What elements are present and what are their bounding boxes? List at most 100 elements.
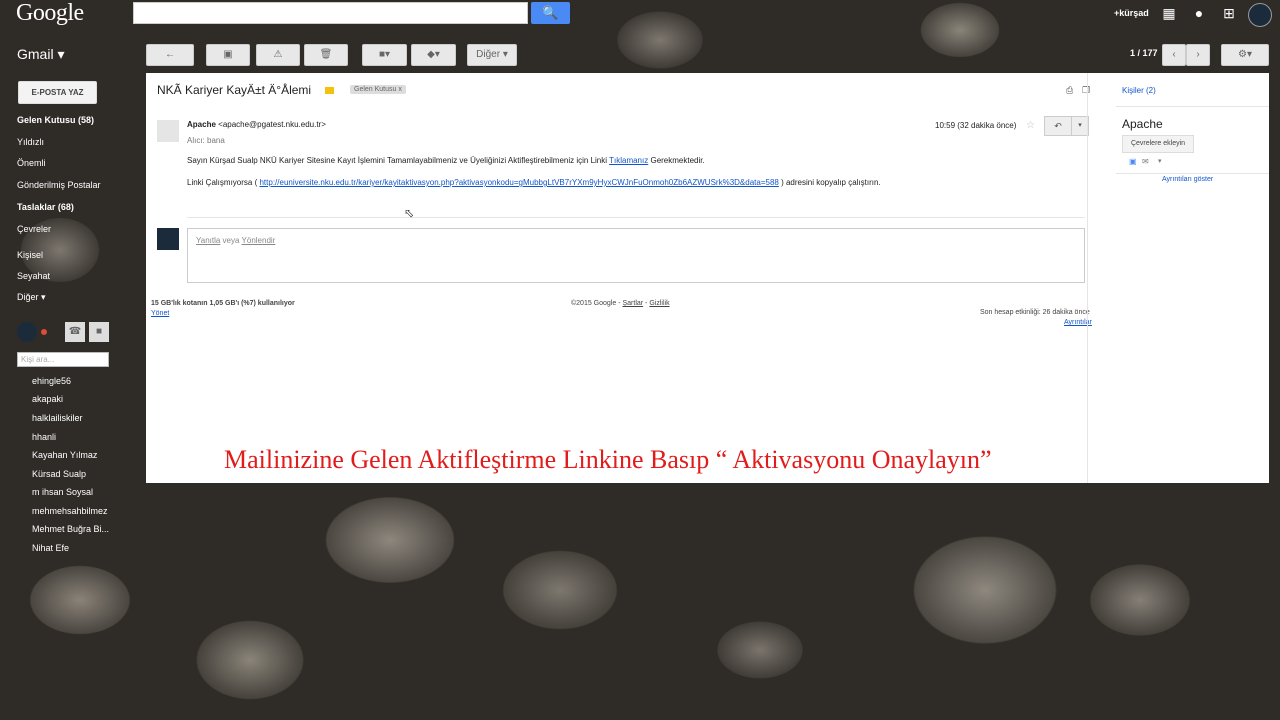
privacy-link[interactable]: Gizlilik: [649, 300, 669, 307]
sidebar-item-drafts[interactable]: Taslaklar (68): [17, 202, 74, 212]
notifications-icon[interactable]: ●: [1190, 4, 1208, 22]
apps-icon[interactable]: ▦: [1160, 4, 1178, 22]
compose-button[interactable]: E-POSTA YAZ: [18, 81, 97, 104]
reply-button[interactable]: ↶: [1044, 116, 1072, 136]
prev-button[interactable]: ‹: [1162, 44, 1186, 66]
chat-contact[interactable]: hhanli: [32, 432, 56, 442]
top-bar: Google 🔍 +kürşad ▦ ● ⊞: [0, 0, 1280, 30]
chevron-left-icon: ‹: [1172, 49, 1176, 60]
chat-contact[interactable]: Nihat Efe: [32, 543, 69, 553]
label-chip: Gelen Kutusu x: [350, 85, 406, 94]
sender-name: Apache: [187, 120, 216, 129]
reply-box[interactable]: Yanıtla veya Yönlendir: [187, 228, 1085, 283]
divider: [1116, 106, 1269, 107]
chat-contact[interactable]: m ihsan Soysal: [32, 487, 93, 497]
people-header[interactable]: Kişiler (2): [1122, 86, 1156, 95]
body-text: ) adresini kopyalıp çalıştırın.: [781, 178, 881, 187]
message-pane: NKÃ Kariyer KayÄ±t Ä°Ålemi Gelen Kutusu …: [146, 73, 1269, 483]
body-text: Gerekmektedir.: [650, 156, 705, 165]
activation-url-link[interactable]: http://euniversite.nku.edu.tr/kariyer/ka…: [259, 178, 778, 187]
sidebar-item-inbox[interactable]: Gelen Kutusu (58): [17, 115, 94, 125]
labels-button[interactable]: ◆▾: [411, 44, 456, 66]
divider: [1087, 73, 1088, 483]
back-button[interactable]: ←: [146, 44, 194, 66]
folder-icon: ■▾: [378, 49, 391, 60]
chat-contact[interactable]: ehingle56: [32, 376, 71, 386]
chevron-down-icon: ▾: [1078, 122, 1082, 129]
message-body-line: Linki Çalışmıyorsa ( http://euniversite.…: [187, 178, 881, 187]
settings-button[interactable]: ⚙▾: [1221, 44, 1269, 66]
chat-avatar[interactable]: [17, 322, 37, 342]
recipient[interactable]: Alıcı: bana: [187, 136, 225, 145]
forward-link[interactable]: Yönlendir: [242, 236, 276, 245]
reply-or-text: veya: [222, 236, 240, 245]
trash-icon: 🗑: [319, 49, 333, 60]
gear-icon: ⚙▾: [1238, 49, 1252, 60]
reply-icon: ↶: [1054, 121, 1062, 131]
message-subject: NKÃ Kariyer KayÄ±t Ä°Ålemi: [157, 83, 312, 97]
gmail-menu[interactable]: Gmail ▾: [17, 46, 64, 63]
pagination-count: 1 / 177: [1130, 48, 1158, 58]
important-marker-icon[interactable]: [325, 87, 334, 94]
sender-avatar: [157, 120, 179, 142]
sidebar-item-circles[interactable]: Çevreler: [17, 224, 51, 234]
label-chip-text: Gelen Kutusu: [354, 86, 397, 93]
sidebar-item-important[interactable]: Önemli: [17, 158, 46, 168]
star-icon[interactable]: ☆: [1026, 120, 1035, 131]
move-to-button[interactable]: ■▾: [362, 44, 407, 66]
google-logo[interactable]: Google: [16, 0, 84, 27]
email-icon[interactable]: ✉: [1142, 157, 1149, 166]
reply-link[interactable]: Yanıtla: [196, 236, 220, 245]
chevron-down-icon[interactable]: ▾: [1158, 157, 1162, 165]
chat-search-input[interactable]: Kişi ara...: [17, 352, 109, 367]
chat-contact[interactable]: halklailiskiler: [32, 413, 83, 423]
last-activity: Son hesap etkinliği: 26 dakika önce: [980, 309, 1090, 316]
spam-icon: ⚠: [273, 49, 283, 60]
manage-link[interactable]: Yönet: [151, 310, 169, 317]
delete-button[interactable]: 🗑: [304, 44, 348, 66]
body-text: Linki Çalışmıyorsa (: [187, 178, 258, 187]
show-details-link[interactable]: Ayrıntıları göster: [1162, 176, 1213, 183]
activation-link[interactable]: Tıklamanız: [609, 156, 648, 165]
chat-contact[interactable]: Kayahan Yılmaz: [32, 450, 97, 460]
next-button[interactable]: ›: [1186, 44, 1210, 66]
user-profile-link[interactable]: +kürşad: [1114, 8, 1149, 18]
chat-bubble-icon[interactable]: ▣: [1129, 157, 1137, 166]
search-button[interactable]: 🔍: [531, 2, 570, 24]
overlay-caption: Mailinizine Gelen Aktifleştirme Linkine …: [224, 445, 992, 474]
sidebar-item-starred[interactable]: Yıldızlı: [17, 137, 44, 147]
print-icon[interactable]: ⎙: [1066, 85, 1073, 96]
mouse-cursor-icon: ⬁: [404, 206, 415, 220]
archive-icon: ▣: [223, 49, 233, 60]
status-dot-icon[interactable]: [41, 329, 47, 335]
sidebar-item-travel[interactable]: Seyahat: [17, 271, 50, 281]
person-name: Apache: [1122, 117, 1163, 131]
sidebar-item-sent[interactable]: Gönderilmiş Postalar: [17, 180, 101, 190]
footer-links: ©2015 Google - Şartlar - Gizlilik: [571, 300, 670, 307]
video-icon[interactable]: ■: [89, 322, 109, 342]
divider: [187, 217, 1085, 218]
sender-email: <apache@pgatest.nku.edu.tr>: [218, 120, 326, 129]
divider: [1116, 173, 1269, 174]
copyright: ©2015 Google -: [571, 300, 621, 307]
sender: Apache <apache@pgatest.nku.edu.tr>: [187, 120, 326, 129]
terms-link[interactable]: Şartlar: [622, 300, 643, 307]
chat-contact[interactable]: akapaki: [32, 394, 63, 404]
message-body-line: Sayın Kürşad Sualp NKÜ Kariyer Sitesine …: [187, 156, 705, 165]
chat-contact[interactable]: mehmehsahbilmez: [32, 506, 108, 516]
archive-button[interactable]: ▣: [206, 44, 250, 66]
back-arrow-icon: ←: [165, 49, 175, 60]
chat-contact[interactable]: Mehmet Buğra Bi...: [32, 524, 109, 534]
share-icon[interactable]: ⊞: [1220, 4, 1238, 22]
more-button[interactable]: Diğer ▾: [467, 44, 517, 66]
search-input[interactable]: [133, 2, 528, 24]
label-remove-button[interactable]: x: [398, 86, 402, 93]
sidebar-item-personal[interactable]: Kişisel: [17, 250, 43, 260]
phone-icon[interactable]: ☎: [65, 322, 85, 342]
add-to-circles-button[interactable]: Çevrelere ekleyin: [1122, 135, 1194, 153]
account-avatar[interactable]: [1248, 3, 1272, 27]
sidebar-item-more[interactable]: Diğer ▾: [17, 292, 46, 303]
chevron-right-icon: ›: [1196, 49, 1200, 60]
chat-contact[interactable]: Kürsad Sualp: [32, 469, 86, 479]
spam-button[interactable]: ⚠: [256, 44, 300, 66]
